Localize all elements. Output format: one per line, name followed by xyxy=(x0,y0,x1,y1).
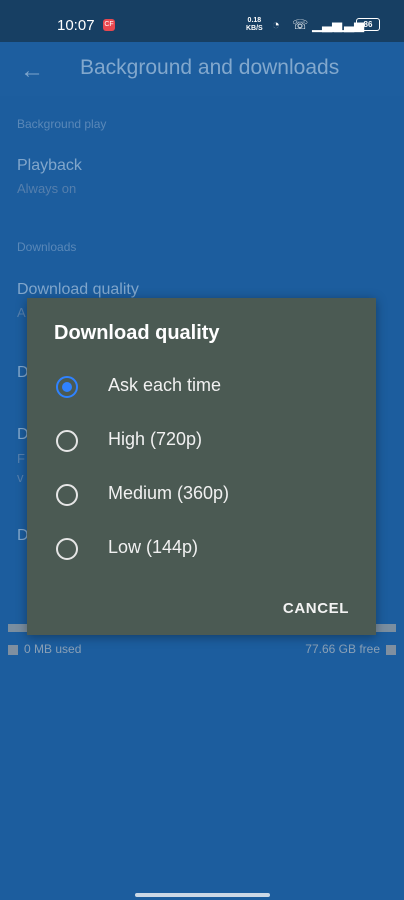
storage-used-label: 0 MB used xyxy=(24,642,82,656)
cancel-button[interactable]: CANCEL xyxy=(283,600,349,617)
section-header-downloads: Downloads xyxy=(17,240,77,254)
option-ask-each-time[interactable]: Ask each time xyxy=(27,367,376,411)
network-speed-unit: KB/S xyxy=(246,25,263,32)
option-medium-360p[interactable]: Medium (360p) xyxy=(27,475,376,519)
setting-subtitle-partial: v xyxy=(17,470,24,485)
back-arrow-icon[interactable]: ← xyxy=(20,57,44,85)
wifi-icon: ◔ xyxy=(272,17,280,32)
call-icon: ☏ xyxy=(292,17,309,32)
option-label: Medium (360p) xyxy=(108,483,230,503)
radio-unselected-icon[interactable] xyxy=(56,484,78,506)
storage-free: 77.66 GB free xyxy=(305,642,396,656)
gesture-nav-bar[interactable] xyxy=(135,893,270,897)
storage-used: 0 MB used xyxy=(8,642,81,656)
dialog-title: Download quality xyxy=(54,322,220,344)
recording-icon: CF xyxy=(103,19,115,31)
app-screen: 10:07 CF 0.18 KB/S ◔ ☏ ▁▃▅ ▁▃▅ 86 ← Back… xyxy=(0,0,404,900)
option-low-144p[interactable]: Low (144p) xyxy=(27,529,376,573)
status-time: 10:07 xyxy=(57,17,95,34)
legend-square-icon xyxy=(8,644,18,655)
setting-title: Download quality xyxy=(17,281,139,298)
setting-subtitle-partial: F xyxy=(17,451,25,466)
option-label: High (720p) xyxy=(108,429,203,449)
setting-subtitle: A xyxy=(17,305,26,320)
legend-square-icon xyxy=(386,644,396,655)
page-title: Background and downloads xyxy=(80,56,340,79)
setting-subtitle: Always on xyxy=(17,181,77,196)
radio-unselected-icon[interactable] xyxy=(56,538,78,560)
section-header-background: Background play xyxy=(17,117,107,131)
status-bar: 10:07 CF 0.18 KB/S ◔ ☏ ▁▃▅ ▁▃▅ 86 xyxy=(0,0,404,42)
setting-title: Playback xyxy=(17,157,82,174)
download-quality-dialog: Download quality Ask each time High (720… xyxy=(27,298,376,635)
radio-unselected-icon[interactable] xyxy=(56,430,78,452)
network-speed-value: 0.18 xyxy=(247,17,262,24)
network-speed: 0.18 KB/S xyxy=(246,17,263,33)
battery-icon: 86 xyxy=(356,18,380,31)
option-label: Ask each time xyxy=(108,375,222,395)
option-high-720p[interactable]: High (720p) xyxy=(27,421,376,465)
radio-selected-icon[interactable] xyxy=(56,376,78,398)
storage-free-label: 77.66 GB free xyxy=(305,642,380,656)
option-label: Low (144p) xyxy=(108,537,199,557)
